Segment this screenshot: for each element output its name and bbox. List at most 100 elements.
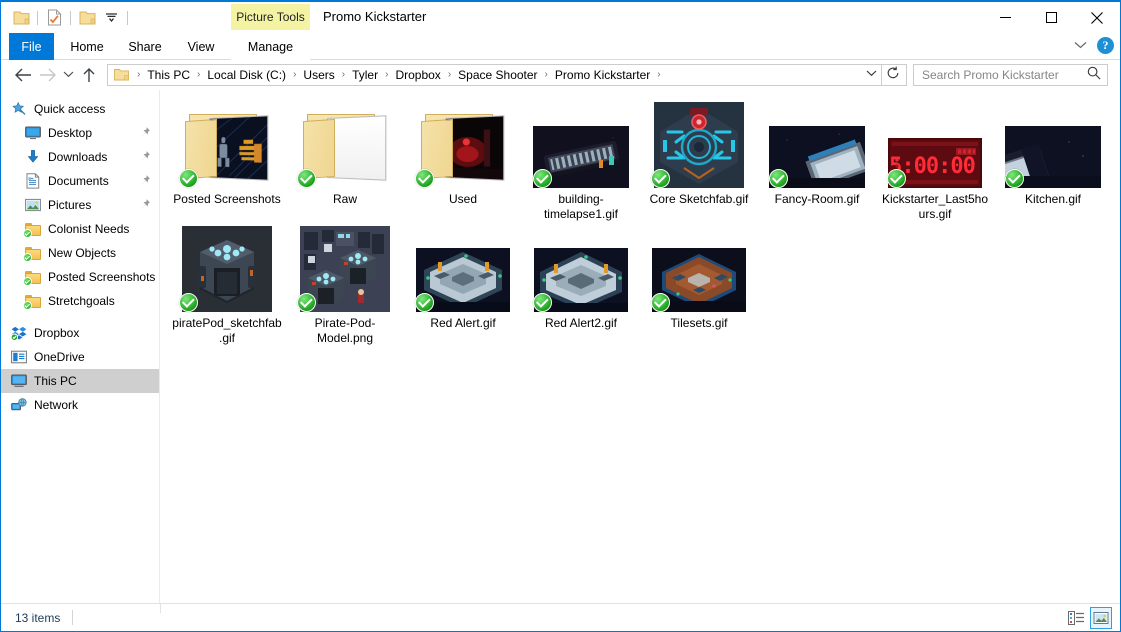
file-item[interactable]: Tilesets.gif [640, 222, 758, 346]
back-button[interactable] [11, 63, 35, 87]
title-bar: Picture Tools Promo Kickstarter [1, 2, 1120, 33]
file-item[interactable]: Pirate-Pod-Model.png [286, 222, 404, 346]
sidebar-item-quick-access[interactable]: Quick access [1, 97, 159, 121]
breadcrumb-item-space-shooter[interactable]: Space Shooter [456, 68, 539, 82]
folder-preview-red-scene [445, 115, 505, 181]
sidebar-item-colonist-needs[interactable]: Colonist Needs [1, 217, 159, 241]
file-item[interactable]: 5:00:00 Kickstarter_Last5hours.gif [876, 98, 994, 222]
sidebar-item-dropbox[interactable]: Dropbox [1, 321, 159, 345]
sidebar-label-network: Network [34, 398, 79, 412]
ribbon-collapse-chevron-down-icon[interactable] [1074, 40, 1087, 52]
breadcrumb-separator-2[interactable]: › [288, 69, 301, 80]
sidebar-label-new-objects: New Objects [48, 246, 117, 260]
sidebar-item-posted-screenshots[interactable]: Posted Screenshots [1, 265, 159, 289]
status-divider-top [160, 603, 161, 613]
breadcrumb-separator-3[interactable]: › [337, 69, 350, 80]
sidebar-label-this-pc: This PC [34, 374, 77, 388]
sync-check-icon [179, 293, 198, 312]
sidebar-item-network[interactable]: Network [1, 393, 159, 417]
address-bar-controls [861, 64, 906, 85]
sync-check-icon [23, 300, 32, 310]
file-item[interactable]: Used [404, 98, 522, 222]
file-name: piratePod_sketchfab.gif [172, 316, 282, 345]
sync-check-icon [651, 169, 670, 188]
file-item[interactable]: Red Alert.gif [404, 222, 522, 346]
sidebar-item-pictures[interactable]: Pictures [1, 193, 159, 217]
sidebar-item-new-objects[interactable]: New Objects [1, 241, 159, 265]
breadcrumb-separator-5[interactable]: › [443, 69, 456, 80]
sync-check-icon [533, 293, 552, 312]
tab-home[interactable]: Home [61, 33, 113, 60]
thumbnail [531, 102, 631, 188]
tab-file[interactable]: File [9, 33, 54, 60]
file-item[interactable]: Fancy-Room.gif [758, 98, 876, 222]
navigation-pane[interactable]: Quick access Desktop Downloads Documents… [1, 90, 160, 603]
recent-locations-chevron-down-icon[interactable] [59, 63, 77, 87]
file-name: Used [448, 192, 477, 206]
thumbnail: 5:00:00 [885, 102, 985, 188]
forward-button[interactable] [35, 63, 59, 87]
address-dropdown-chevron-down-icon[interactable] [861, 69, 881, 80]
up-button[interactable] [77, 63, 101, 87]
search-box[interactable]: Search Promo Kickstarter [913, 63, 1108, 86]
help-icon[interactable]: ? [1097, 37, 1114, 54]
sidebar-item-downloads[interactable]: Downloads [1, 145, 159, 169]
thumbnail [531, 226, 631, 312]
sidebar-label-documents: Documents [48, 174, 109, 188]
file-item[interactable]: Raw [286, 98, 404, 222]
breadcrumb-separator-1[interactable]: › [192, 69, 205, 80]
folder-icon [23, 221, 41, 238]
breadcrumb-separator-0[interactable]: › [132, 69, 145, 80]
file-item[interactable]: Core Sketchfab.gif [640, 98, 758, 222]
file-item[interactable]: Kitchen.gif [994, 98, 1112, 222]
sidebar-item-desktop[interactable]: Desktop [1, 121, 159, 145]
sync-check-icon [769, 169, 788, 188]
sidebar-item-onedrive[interactable]: OneDrive [1, 345, 159, 369]
properties-icon[interactable] [42, 7, 66, 29]
breadcrumb-separator-4[interactable]: › [380, 69, 393, 80]
file-item[interactable]: Posted Screenshots [168, 98, 286, 222]
file-list-pane[interactable]: Posted Screenshots Raw Used building-tim… [160, 90, 1120, 603]
file-name: Fancy-Room.gif [774, 192, 860, 206]
file-item[interactable]: building-timelapse1.gif [522, 98, 640, 222]
close-button[interactable] [1074, 2, 1120, 33]
sidebar-label-dropbox: Dropbox [34, 326, 80, 340]
breadcrumb-item-tyler[interactable]: Tyler [350, 68, 380, 82]
breadcrumb-item-this-pc[interactable]: This PC [145, 68, 192, 82]
file-item[interactable]: Red Alert2.gif [522, 222, 640, 346]
refresh-icon[interactable] [882, 66, 904, 83]
sync-check-icon [533, 169, 552, 188]
file-item[interactable]: piratePod_sketchfab.gif [168, 222, 286, 346]
sidebar-item-stretchgoals[interactable]: Stretchgoals [1, 289, 159, 313]
address-bar[interactable]: › This PC › Local Disk (C:) › Users › Ty… [107, 63, 907, 86]
thumbnail [649, 226, 749, 312]
view-mode-buttons [1065, 607, 1112, 629]
download-icon [25, 149, 41, 165]
quick-access-chevron-down-icon[interactable] [99, 7, 123, 29]
breadcrumb-folder-icon [114, 68, 129, 81]
new-folder-icon[interactable] [75, 7, 99, 29]
breadcrumb-separator-7[interactable]: › [652, 69, 665, 80]
search-input[interactable]: Search Promo Kickstarter [922, 68, 1087, 82]
breadcrumb-item-local-disk[interactable]: Local Disk (C:) [205, 68, 288, 82]
search-icon[interactable] [1087, 66, 1101, 83]
minimize-button[interactable] [982, 2, 1028, 33]
pin-icon[interactable] [139, 150, 151, 163]
pin-icon[interactable] [139, 174, 151, 187]
large-icons-view-button[interactable] [1090, 607, 1112, 629]
tab-view[interactable]: View [177, 33, 225, 60]
folder-icon[interactable] [9, 7, 33, 29]
pin-icon[interactable] [139, 198, 151, 211]
breadcrumb-item-dropbox[interactable]: Dropbox [393, 68, 442, 82]
breadcrumb-separator-6[interactable]: › [540, 69, 553, 80]
details-view-button[interactable] [1065, 607, 1087, 629]
tab-share[interactable]: Share [119, 33, 171, 60]
pin-icon[interactable] [139, 126, 151, 139]
maximize-button[interactable] [1028, 2, 1074, 33]
sidebar-item-documents[interactable]: Documents [1, 169, 159, 193]
breadcrumb-item-users[interactable]: Users [301, 68, 336, 82]
sidebar-item-this-pc[interactable]: This PC [1, 369, 159, 393]
tab-manage[interactable]: Manage [231, 33, 310, 60]
folder-preview-sketch-blueprint [209, 115, 269, 181]
breadcrumb-item-promo-kickstarter[interactable]: Promo Kickstarter [553, 68, 652, 82]
